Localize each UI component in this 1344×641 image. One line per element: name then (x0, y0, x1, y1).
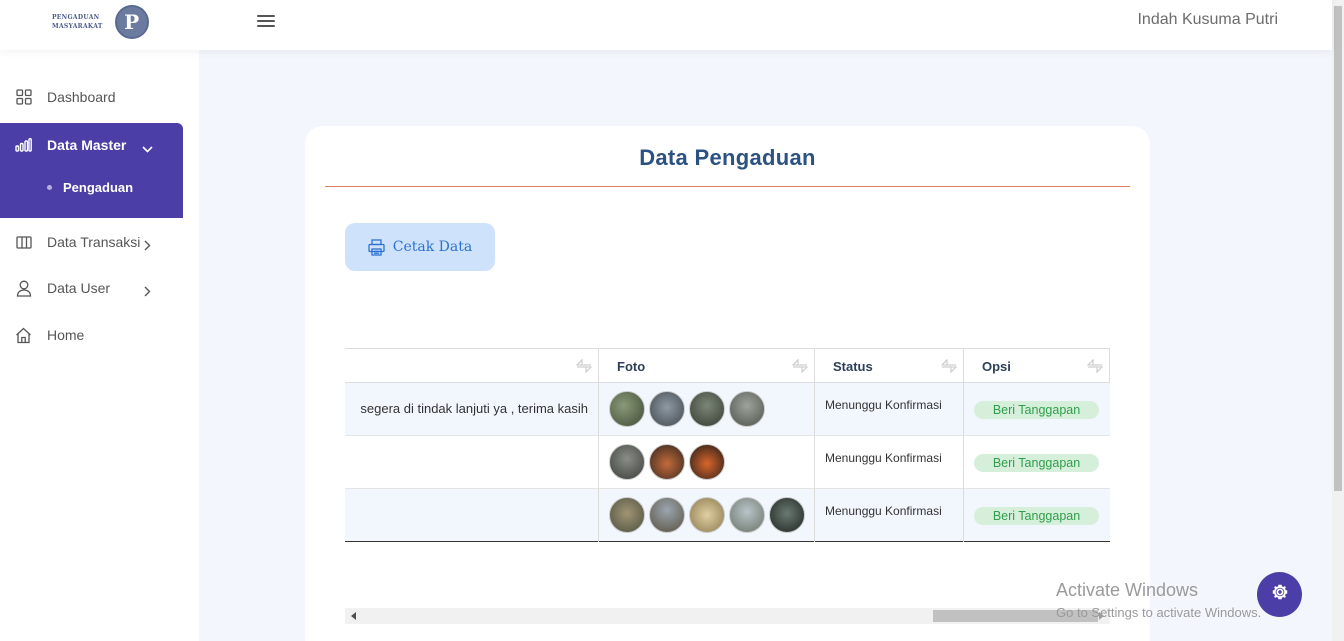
photos-cell (599, 489, 815, 542)
chevron-right-icon (143, 284, 152, 296)
column-header-label: Opsi (982, 358, 1011, 374)
windows-activation-watermark: Activate Windows Go to Settings to activ… (1056, 580, 1261, 620)
sidebar-group-data-master: Data Master Pengaduan (0, 123, 183, 218)
activation-title: Activate Windows (1056, 580, 1199, 600)
description-cell (345, 436, 599, 489)
column-header-description[interactable] (345, 349, 599, 383)
sidebar-item-label: Home (47, 327, 85, 343)
table-row: segera di tindak lanjuti ya , terima kas… (345, 383, 1110, 436)
photo-thumbnail[interactable] (729, 391, 765, 427)
scroll-left-arrow[interactable] (351, 612, 356, 620)
table-row: Menunggu Konfirmasi Beri Tanggapan (345, 489, 1110, 542)
photo-thumbnail[interactable] (609, 391, 645, 427)
top-navbar: PENGADUAN MASYARAKAT P Indah Kusuma Putr… (0, 0, 1332, 50)
options-cell: Beri Tanggapan (964, 489, 1110, 542)
hamburger-menu-icon[interactable] (257, 15, 275, 29)
status-text: Menunggu Konfirmasi (825, 398, 942, 412)
logo-letter: P (124, 10, 140, 34)
photos-cell (599, 436, 815, 489)
sidebar-item-data-user[interactable]: Data User (0, 266, 183, 310)
status-cell: Menunggu Konfirmasi (815, 383, 964, 436)
photo-thumbnail[interactable] (609, 497, 645, 533)
status-text: Menunggu Konfirmasi (825, 451, 942, 465)
status-text: Menunggu Konfirmasi (825, 504, 942, 518)
column-header-foto[interactable]: Foto (599, 349, 815, 383)
table-header-row: Foto Status Opsi (345, 348, 1110, 383)
sort-icon (791, 358, 809, 374)
description-cell (345, 489, 599, 542)
sidebar-subitem-pengaduan[interactable]: Pengaduan (47, 180, 133, 195)
sidebar-item-data-master[interactable]: Data Master (0, 123, 183, 167)
complaints-table: Foto Status Opsi segera di tindak lanjut… (345, 348, 1110, 542)
sort-icon (1086, 358, 1104, 374)
sidebar-item-label: Data Transaksi (47, 234, 141, 250)
sidebar-item-label: Dashboard (47, 89, 116, 105)
respond-button[interactable]: Beri Tanggapan (974, 401, 1099, 419)
user-name[interactable]: Indah Kusuma Putri (1137, 11, 1278, 29)
respond-button[interactable]: Beri Tanggapan (974, 507, 1099, 525)
logo-line-2: MASYARAKAT (52, 23, 103, 30)
status-cell: Menunggu Konfirmasi (815, 489, 964, 542)
photos-cell (599, 383, 815, 436)
column-header-status[interactable]: Status (815, 349, 964, 383)
scrollbar-thumb[interactable] (1334, 6, 1342, 491)
sidebar-item-label: Data Master (47, 137, 127, 153)
sidebar: Dashboard Data Master Pengaduan Data Tra… (0, 50, 199, 641)
status-cell: Menunggu Konfirmasi (815, 436, 964, 489)
title-divider (325, 186, 1130, 187)
photo-thumbnail[interactable] (729, 497, 765, 533)
sidebar-item-label: Data User (47, 280, 111, 296)
app-logo[interactable]: PENGADUAN MASYARAKAT P (52, 4, 149, 40)
printer-icon (368, 238, 385, 256)
activation-subtitle: Go to Settings to activate Windows. (1056, 605, 1262, 620)
chevron-down-icon (142, 141, 153, 153)
photo-thumbnail[interactable] (649, 444, 685, 480)
description-text: segera di tindak lanjuti ya , terima kas… (360, 401, 588, 416)
page-vertical-scrollbar[interactable] (1332, 0, 1344, 641)
table-row: Menunggu Konfirmasi Beri Tanggapan (345, 436, 1110, 489)
print-data-button[interactable]: Cetak Data (345, 223, 495, 271)
user-icon (15, 280, 32, 297)
chevron-right-icon (143, 238, 152, 250)
options-cell: Beri Tanggapan (964, 436, 1110, 489)
photo-thumbnail[interactable] (769, 497, 805, 533)
sidebar-item-dashboard[interactable]: Dashboard (0, 75, 183, 119)
photo-thumbnail[interactable] (609, 444, 645, 480)
page-title: Data Pengaduan (639, 145, 816, 170)
sort-icon (575, 358, 593, 374)
column-header-label: Foto (617, 358, 646, 374)
logo-emblem: P (114, 5, 149, 39)
bullet-dot (47, 185, 52, 190)
description-cell: segera di tindak lanjuti ya , terima kas… (345, 383, 599, 436)
columns-icon (15, 234, 32, 251)
gear-icon (1271, 583, 1289, 606)
grid-icon (15, 89, 32, 106)
content-card: Data Pengaduan Cetak Data Foto Status Op… (305, 126, 1150, 641)
photo-thumbnail[interactable] (689, 444, 725, 480)
settings-fab-button[interactable] (1257, 572, 1302, 617)
table-horizontal-scrollbar[interactable] (345, 608, 1110, 624)
options-cell: Beri Tanggapan (964, 383, 1110, 436)
logo-line-1: PENGADUAN (52, 14, 100, 21)
column-header-opsi[interactable]: Opsi (964, 349, 1110, 383)
sidebar-item-home[interactable]: Home (0, 313, 183, 357)
sort-icon (940, 358, 958, 374)
logo-text: PENGADUAN MASYARAKAT (52, 13, 103, 31)
photo-thumbnail[interactable] (649, 497, 685, 533)
bar-chart-icon (15, 137, 32, 154)
column-header-label: Status (833, 358, 873, 374)
print-data-label: Cetak Data (392, 239, 473, 255)
photo-thumbnail[interactable] (689, 391, 725, 427)
photo-thumbnail[interactable] (689, 497, 725, 533)
home-icon (15, 327, 32, 344)
sidebar-subitem-label: Pengaduan (63, 180, 134, 195)
photo-thumbnail[interactable] (649, 391, 685, 427)
respond-button[interactable]: Beri Tanggapan (974, 454, 1099, 472)
sidebar-item-data-transaksi[interactable]: Data Transaksi (0, 220, 183, 264)
